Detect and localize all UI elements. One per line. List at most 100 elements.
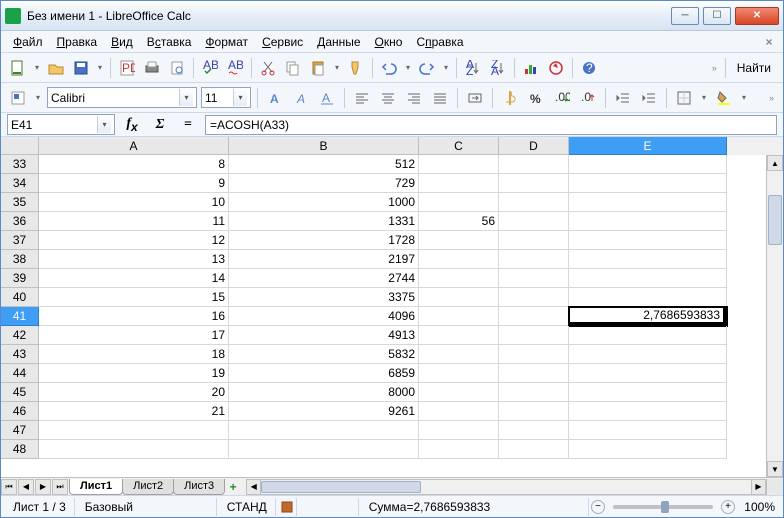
align-justify-icon[interactable] xyxy=(429,87,451,109)
row-header[interactable]: 33 xyxy=(1,155,39,174)
cell-E39[interactable] xyxy=(569,269,727,288)
cell-A45[interactable]: 20 xyxy=(39,383,229,402)
cell-C40[interactable] xyxy=(419,288,499,307)
col-header-B[interactable]: B xyxy=(229,137,419,155)
remove-decimal-icon[interactable]: .0 xyxy=(577,87,599,109)
col-header-A[interactable]: A xyxy=(39,137,229,155)
font-size-input[interactable] xyxy=(205,89,233,106)
tab-prev-icon[interactable]: ◀ xyxy=(18,479,34,495)
cell-E36[interactable] xyxy=(569,212,727,231)
scroll-up-icon[interactable]: ▲ xyxy=(767,155,783,171)
function-wizard-icon[interactable]: fx xyxy=(121,116,143,134)
undo-icon[interactable] xyxy=(378,57,400,79)
menu-данные[interactable]: Данные xyxy=(311,33,366,51)
cell-A35[interactable]: 10 xyxy=(39,193,229,212)
format-paintbrush-icon[interactable] xyxy=(345,57,367,79)
paste-dropdown[interactable]: ▾ xyxy=(332,63,342,72)
cell-A46[interactable]: 21 xyxy=(39,402,229,421)
cell-D40[interactable] xyxy=(499,288,569,307)
formula-input[interactable] xyxy=(210,118,772,132)
styles-dropdown[interactable]: ▾ xyxy=(33,93,43,102)
tab-next-icon[interactable]: ▶ xyxy=(35,479,51,495)
align-center-icon[interactable] xyxy=(377,87,399,109)
page-style[interactable]: Базовый xyxy=(77,498,217,516)
font-name-input[interactable] xyxy=(51,89,179,106)
row-header[interactable]: 41 xyxy=(1,307,39,326)
toolbar-overflow[interactable]: » xyxy=(709,63,720,73)
cell-E48[interactable] xyxy=(569,440,727,459)
save-dropdown[interactable]: ▾ xyxy=(95,63,105,72)
save-icon[interactable] xyxy=(70,57,92,79)
cell-B33[interactable]: 512 xyxy=(229,155,419,174)
cell-D43[interactable] xyxy=(499,345,569,364)
cell-C38[interactable] xyxy=(419,250,499,269)
row-header[interactable]: 38 xyxy=(1,250,39,269)
font-name-dropdown[interactable]: ▾ xyxy=(179,89,193,106)
cell-C39[interactable] xyxy=(419,269,499,288)
cell-C44[interactable] xyxy=(419,364,499,383)
cell-B40[interactable]: 3375 xyxy=(229,288,419,307)
scroll-left-icon[interactable]: ◀ xyxy=(247,480,261,494)
cell-C48[interactable] xyxy=(419,440,499,459)
cell-C41[interactable] xyxy=(419,307,499,326)
menu-вид[interactable]: Вид xyxy=(105,33,139,51)
menu-окно[interactable]: Окно xyxy=(369,33,409,51)
cell-A42[interactable]: 17 xyxy=(39,326,229,345)
decrease-indent-icon[interactable] xyxy=(612,87,634,109)
cell-C43[interactable] xyxy=(419,345,499,364)
cell-C35[interactable] xyxy=(419,193,499,212)
align-left-icon[interactable] xyxy=(351,87,373,109)
cell-C33[interactable] xyxy=(419,155,499,174)
add-sheet-icon[interactable]: + xyxy=(224,480,242,494)
cell-A41[interactable]: 16 xyxy=(39,307,229,326)
cell-B41[interactable]: 4096 xyxy=(229,307,419,326)
styles-icon[interactable] xyxy=(7,87,29,109)
font-size-combo[interactable]: ▾ xyxy=(201,87,251,108)
cell-E44[interactable] xyxy=(569,364,727,383)
help-icon[interactable]: ? xyxy=(578,57,600,79)
zoom-out-icon[interactable]: − xyxy=(591,500,605,514)
cell-ref-dropdown[interactable]: ▾ xyxy=(97,116,111,133)
select-all-corner[interactable] xyxy=(1,137,39,155)
cell-B42[interactable]: 4913 xyxy=(229,326,419,345)
cell-D39[interactable] xyxy=(499,269,569,288)
print-icon[interactable] xyxy=(141,57,163,79)
navigator-icon[interactable] xyxy=(545,57,567,79)
italic-icon[interactable]: A xyxy=(290,87,312,109)
cell-E34[interactable] xyxy=(569,174,727,193)
row-header[interactable]: 48 xyxy=(1,440,39,459)
row-header[interactable]: 36 xyxy=(1,212,39,231)
paste-icon[interactable] xyxy=(307,57,329,79)
cell-A44[interactable]: 19 xyxy=(39,364,229,383)
copy-icon[interactable] xyxy=(282,57,304,79)
underline-icon[interactable]: A xyxy=(316,87,338,109)
maximize-button[interactable]: ☐ xyxy=(703,7,731,25)
cell-B37[interactable]: 1728 xyxy=(229,231,419,250)
cell-A43[interactable]: 18 xyxy=(39,345,229,364)
zoom-slider-knob[interactable] xyxy=(661,501,669,513)
sort-asc-icon[interactable]: AZ xyxy=(462,57,484,79)
sheet-tab-Лист1[interactable]: Лист1 xyxy=(69,479,123,495)
cell-B38[interactable]: 2197 xyxy=(229,250,419,269)
col-header-D[interactable]: D xyxy=(499,137,569,155)
cell-B35[interactable]: 1000 xyxy=(229,193,419,212)
col-header-E[interactable]: E xyxy=(569,137,727,155)
spellcheck-icon[interactable]: ABC xyxy=(199,57,221,79)
row-header[interactable]: 35 xyxy=(1,193,39,212)
row-header[interactable]: 45 xyxy=(1,383,39,402)
background-color-icon[interactable] xyxy=(713,87,735,109)
cell-A47[interactable] xyxy=(39,421,229,440)
cell-D33[interactable] xyxy=(499,155,569,174)
new-document-icon[interactable] xyxy=(7,57,29,79)
cell-D48[interactable] xyxy=(499,440,569,459)
cell-E46[interactable] xyxy=(569,402,727,421)
scroll-right-icon[interactable]: ▶ xyxy=(751,480,765,494)
col-header-C[interactable]: C xyxy=(419,137,499,155)
cell-E33[interactable] xyxy=(569,155,727,174)
bgcolor-dropdown[interactable]: ▾ xyxy=(739,93,749,102)
cell-E40[interactable] xyxy=(569,288,727,307)
cell-D37[interactable] xyxy=(499,231,569,250)
cell-D41[interactable] xyxy=(499,307,569,326)
row-header[interactable]: 42 xyxy=(1,326,39,345)
menu-формат[interactable]: Формат xyxy=(199,33,254,51)
